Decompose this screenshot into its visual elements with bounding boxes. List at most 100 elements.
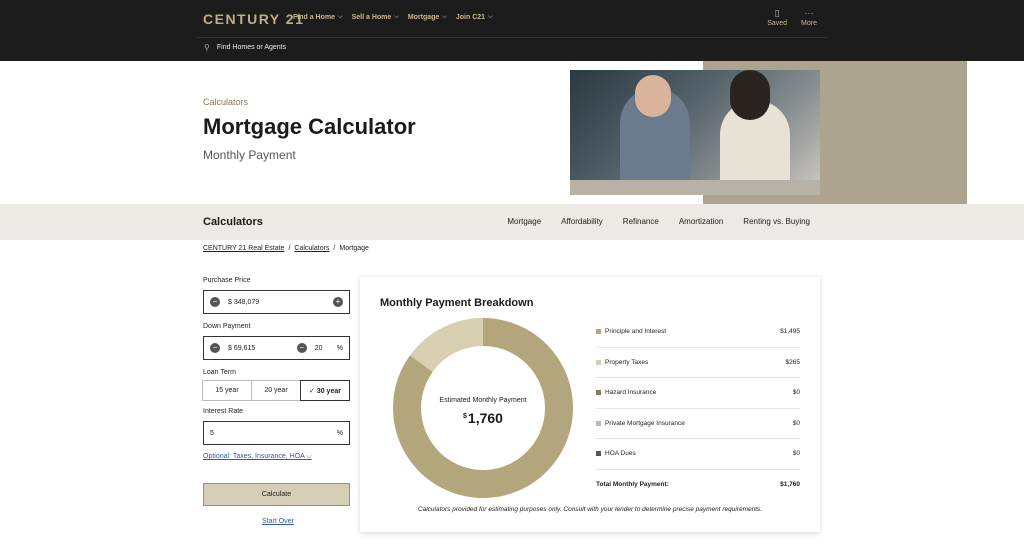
legend-row-property-taxes: Property Taxes $265 bbox=[596, 348, 800, 378]
saved-button[interactable]: ▯ Saved bbox=[767, 8, 787, 27]
search-icon: ⚲ bbox=[204, 43, 210, 52]
breadcrumb-separator: / bbox=[333, 245, 336, 252]
start-over-link[interactable]: Start Over bbox=[262, 518, 294, 525]
purchase-price-label: Purchase Price bbox=[203, 277, 251, 284]
estimate-value: $1,760 bbox=[392, 410, 574, 426]
decrease-icon[interactable]: − bbox=[210, 297, 220, 307]
chevron-down-icon: ⌵ bbox=[306, 453, 312, 460]
down-payment-field[interactable]: − $ 69,615 − 20 % bbox=[203, 336, 350, 360]
breadcrumb-calculators[interactable]: Calculators bbox=[294, 245, 329, 252]
legend-swatch bbox=[596, 329, 601, 335]
chevron-down-icon: ⌵ bbox=[338, 14, 343, 20]
search-bar[interactable]: ⚲ Find Homes or Agents bbox=[204, 43, 286, 52]
nav-label: Find a Home bbox=[293, 14, 336, 21]
legend-name: Hazard Insurance bbox=[605, 389, 657, 397]
nav-label: Mortgage bbox=[407, 14, 440, 21]
legend-amount: $0 bbox=[792, 419, 800, 427]
optional-taxes-toggle[interactable]: Optional: Taxes, Insurance, HOA ⌵ bbox=[203, 453, 312, 461]
down-payment-label: Down Payment bbox=[203, 323, 251, 330]
breakdown-title: Monthly Payment Breakdown bbox=[380, 297, 534, 309]
estimate-label: Estimated Monthly Payment bbox=[439, 397, 527, 404]
calculator-tab-strip: Calculators Mortgage Affordability Refin… bbox=[0, 204, 1024, 240]
decrease-icon[interactable]: − bbox=[210, 343, 220, 353]
utility-nav: ▯ Saved ··· More bbox=[767, 8, 817, 27]
interest-rate-label: Interest Rate bbox=[203, 408, 244, 415]
nav-find-a-home[interactable]: Find a Home ⌵ bbox=[293, 14, 343, 21]
legend-name: Private Mortgage Insurance bbox=[605, 419, 685, 427]
saved-label: Saved bbox=[767, 20, 788, 27]
loan-term-selector: 15 year 20 year ✓ 30 year bbox=[202, 380, 350, 401]
century21-logo[interactable]: CENTURY 21 bbox=[203, 11, 304, 27]
payment-breakdown-card: Monthly Payment Breakdown Estimated Mont… bbox=[360, 277, 820, 532]
tab-renting-vs-buying[interactable]: Renting vs. Buying bbox=[743, 217, 810, 226]
loan-term-15-year[interactable]: 15 year bbox=[202, 380, 252, 401]
down-payment-percent[interactable]: 20 bbox=[315, 345, 337, 352]
estimate-amount: 1,760 bbox=[467, 410, 503, 426]
percent-sign: % bbox=[336, 429, 343, 437]
tab-amortization[interactable]: Amortization bbox=[679, 217, 723, 226]
photo-person-head bbox=[635, 75, 671, 117]
breakdown-legend: Principle and Interest $1,495 Property Ta… bbox=[596, 317, 800, 500]
legend-amount: $0 bbox=[792, 389, 800, 397]
strip-title: Calculators bbox=[203, 216, 263, 228]
interest-rate-field[interactable]: 5 % bbox=[203, 421, 350, 445]
breadcrumb-separator: / bbox=[288, 245, 291, 252]
total-value: $1,760 bbox=[780, 481, 800, 488]
breadcrumb-home[interactable]: CENTURY 21 Real Estate bbox=[203, 245, 284, 252]
photo-table bbox=[570, 180, 820, 195]
legend-amount: $0 bbox=[792, 450, 800, 458]
legend-swatch bbox=[596, 451, 601, 457]
search-placeholder: Find Homes or Agents bbox=[216, 44, 287, 51]
loan-term-20-year[interactable]: 20 year bbox=[251, 380, 301, 401]
main-nav: Find a Home ⌵ Sell a Home ⌵ Mortgage ⌵ Join… bbox=[293, 14, 493, 21]
legend-row-pmi: Private Mortgage Insurance $0 bbox=[596, 409, 800, 439]
more-label: More bbox=[801, 20, 817, 27]
chevron-down-icon: ⌵ bbox=[394, 14, 399, 20]
hero-eyebrow: Calculators bbox=[203, 97, 249, 107]
purchase-price-field[interactable]: − $ 348,079 + bbox=[203, 290, 350, 314]
bookmark-icon: ▯ bbox=[774, 8, 780, 18]
legend-swatch bbox=[596, 390, 601, 396]
legend-name: Principle and Interest bbox=[605, 328, 667, 336]
top-navigation-bar: CENTURY 21 Find a Home ⌵ Sell a Home ⌵ Mor… bbox=[0, 0, 1024, 61]
estimate-currency: $ bbox=[463, 413, 467, 420]
legend-name: HOA Dues bbox=[605, 450, 636, 458]
percent-sign: % bbox=[336, 344, 343, 352]
breadcrumb: CENTURY 21 Real Estate / Calculators / M… bbox=[203, 245, 369, 252]
increase-icon[interactable]: + bbox=[333, 297, 343, 307]
photo-person-head bbox=[730, 70, 770, 120]
legend-row-hoa: HOA Dues $0 bbox=[596, 439, 800, 470]
legend-amount: $265 bbox=[785, 358, 800, 366]
loan-term-30-year[interactable]: ✓ 30 year bbox=[300, 380, 350, 401]
optional-label: Optional: Taxes, Insurance, HOA bbox=[203, 453, 305, 460]
chevron-down-icon: ⌵ bbox=[442, 14, 447, 20]
page-subtitle: Monthly Payment bbox=[203, 148, 296, 162]
nav-label: Sell a Home bbox=[351, 14, 392, 21]
calculator-tabs: Mortgage Affordability Refinance Amortiz… bbox=[507, 217, 810, 226]
page-title: Mortgage Calculator bbox=[203, 114, 416, 139]
tab-mortgage[interactable]: Mortgage bbox=[507, 217, 541, 226]
more-button[interactable]: ··· More bbox=[801, 8, 817, 27]
nav-mortgage[interactable]: Mortgage ⌵ bbox=[408, 14, 447, 21]
total-label: Total Monthly Payment: bbox=[596, 481, 669, 488]
calculate-button[interactable]: Calculate bbox=[203, 483, 350, 506]
disclaimer-text: Calculators provided for estimating purp… bbox=[417, 506, 763, 513]
legend-amount: $1,495 bbox=[780, 328, 800, 336]
decrease-percent-icon[interactable]: − bbox=[296, 343, 307, 353]
loan-term-label: Loan Term bbox=[203, 369, 236, 376]
nav-sell-a-home[interactable]: Sell a Home ⌵ bbox=[352, 14, 399, 21]
nav-label: Join C21 bbox=[455, 14, 486, 21]
more-dots-icon: ··· bbox=[804, 8, 814, 18]
legend-row-principle: Principle and Interest $1,495 bbox=[596, 317, 800, 348]
chevron-down-icon: ⌵ bbox=[488, 14, 493, 20]
tab-refinance[interactable]: Refinance bbox=[623, 217, 659, 226]
total-row: Total Monthly Payment: $1,760 bbox=[596, 470, 800, 500]
legend-name: Property Taxes bbox=[605, 358, 649, 366]
tab-affordability[interactable]: Affordability bbox=[561, 217, 603, 226]
payment-donut-chart bbox=[393, 318, 573, 498]
header-divider bbox=[196, 37, 828, 38]
legend-swatch bbox=[596, 359, 601, 365]
legend-row-hazard-insurance: Hazard Insurance $0 bbox=[596, 378, 800, 409]
legend-swatch bbox=[596, 420, 601, 426]
nav-join-c21[interactable]: Join C21 ⌵ bbox=[456, 14, 493, 21]
